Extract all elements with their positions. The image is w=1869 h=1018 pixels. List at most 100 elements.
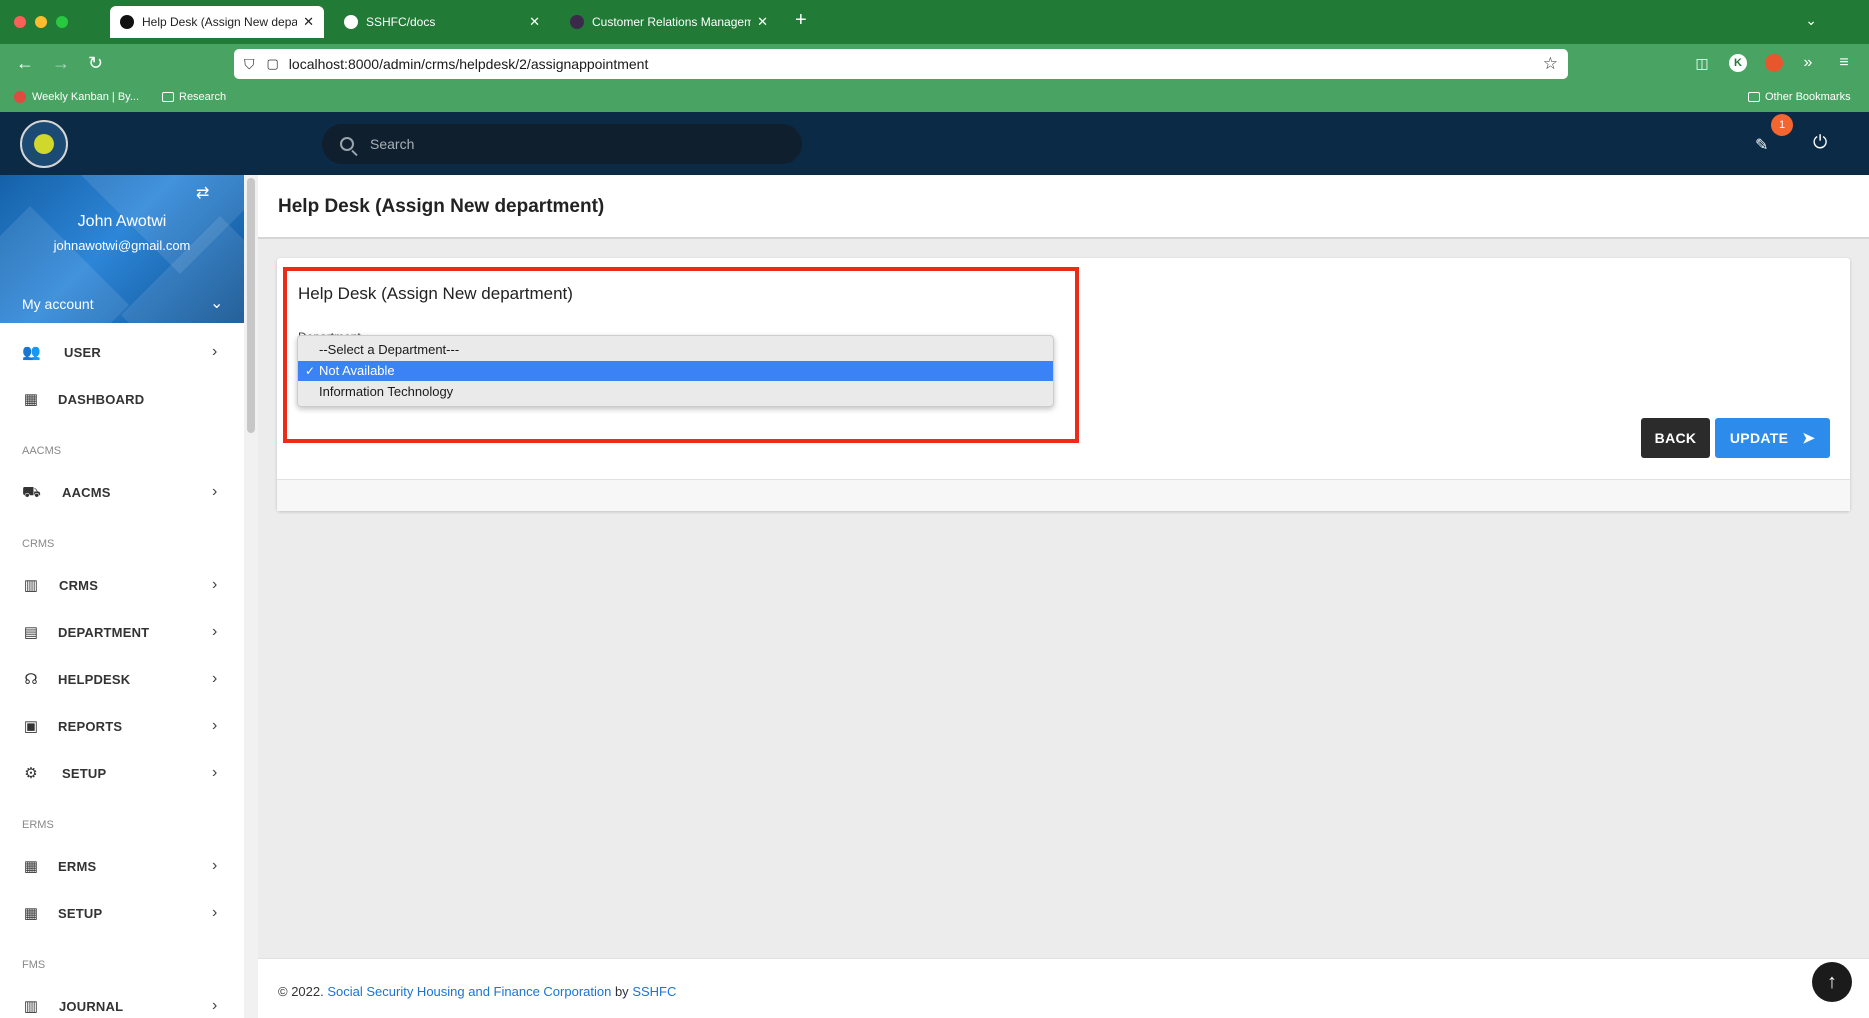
columns-icon: ▥ — [23, 577, 39, 594]
folder-icon — [1748, 92, 1760, 102]
shield-icon: ⛉ — [244, 55, 255, 72]
chevron-right-icon: › — [212, 857, 218, 874]
chevron-right-icon: › — [212, 997, 218, 1014]
building-icon: ▦ — [23, 905, 39, 922]
sidebar-item-dashboard[interactable]: ▦ DASHBOARD — [0, 377, 244, 423]
sidebar-item-label: DEPARTMENT — [58, 625, 150, 640]
forward-arrow-icon[interactable]: → — [52, 52, 70, 74]
back-button[interactable]: BACK — [1641, 418, 1710, 458]
sidebar-item-journal[interactable]: ▥ JOURNAL › — [0, 984, 244, 1018]
footer-text: © 2022. Social Security Housing and Fina… — [278, 984, 676, 999]
app-menu-icon[interactable]: ≡ — [1835, 54, 1853, 72]
brand-link[interactable]: SSHFC — [632, 984, 676, 999]
pocket-icon[interactable]: ◫ — [1693, 54, 1711, 72]
section-label-erms: ERMS — [22, 819, 54, 831]
user-name: John Awotwi — [77, 213, 167, 230]
section-label-fms: FMS — [22, 959, 46, 971]
browser-tab-docs[interactable]: SSHFC/docs ✕ — [334, 6, 550, 38]
reload-icon[interactable]: ↻ — [88, 52, 103, 74]
paper-plane-icon: ➤ — [1802, 430, 1816, 447]
sidebar-item-crms[interactable]: ▥ CRMS › — [0, 563, 244, 609]
crm-favicon-icon — [570, 15, 584, 29]
search-input[interactable]: Search — [322, 124, 802, 164]
tab-title: Customer Relations Managemen — [592, 15, 752, 29]
by-text: by — [611, 984, 633, 999]
card-footer — [277, 479, 1850, 511]
tab-close-icon[interactable]: ✕ — [303, 14, 314, 30]
department-select-dropdown[interactable]: --Select a Department--- ✓ Not Available… — [297, 335, 1054, 407]
chevron-right-icon: › — [212, 764, 218, 781]
tab-close-icon[interactable]: ✕ — [757, 14, 768, 30]
search-placeholder: Search — [370, 136, 415, 152]
car-icon: ⛟ — [22, 484, 41, 501]
my-account-label: My account — [22, 296, 94, 312]
sidebar-item-helpdesk[interactable]: ☊ HELPDESK › — [0, 657, 244, 703]
bookmark-research[interactable]: Research — [162, 91, 226, 103]
sidebar-item-label: JOURNAL — [59, 999, 124, 1014]
sidebar-item-reports[interactable]: ▣ REPORTS › — [0, 704, 244, 750]
sidebar-item-label: CRMS — [59, 578, 99, 593]
bookmark-weekly-kanban[interactable]: Weekly Kanban | By... — [14, 91, 139, 103]
page-header: Help Desk (Assign New department) — [258, 175, 1869, 239]
sidebar-item-label: DASHBOARD — [58, 392, 145, 407]
page-footer: © 2022. Social Security Housing and Fina… — [258, 958, 1869, 1018]
update-button[interactable]: UPDATE ➤ — [1715, 418, 1830, 458]
folder-icon — [162, 92, 174, 102]
gears-icon: ⚙ — [24, 765, 38, 782]
assign-department-card: Help Desk (Assign New department) Depart… — [277, 258, 1850, 511]
duckduckgo-icon[interactable] — [1765, 54, 1783, 72]
office-icon: ▤ — [23, 624, 39, 641]
scroll-to-top-button[interactable]: ↑ — [1812, 962, 1852, 1002]
window-minimize-button[interactable] — [35, 16, 47, 28]
overflow-chevrons-icon[interactable]: » — [1799, 54, 1817, 72]
dropdown-option-selected[interactable]: ✓ Not Available — [298, 361, 1053, 381]
sidebar-item-setup-erms[interactable]: ▦ SETUP › — [0, 891, 244, 937]
power-icon[interactable]: ⏻ — [1813, 132, 1827, 153]
swap-icon[interactable]: ⇄ — [196, 183, 209, 203]
building-icon: ▦ — [23, 391, 39, 408]
chevron-right-icon: › — [212, 483, 218, 500]
chevron-right-icon: › — [212, 717, 218, 734]
browser-tab-helpdesk[interactable]: Help Desk (Assign New departm ✕ — [110, 6, 324, 38]
dropdown-option[interactable]: --Select a Department--- — [298, 340, 1053, 360]
sidebar-item-aacms[interactable]: ⛟ AACMS › — [0, 470, 244, 516]
my-account-toggle[interactable]: My account ⌄ — [0, 287, 244, 323]
sidebar-item-user[interactable]: 👥 USER › — [0, 330, 244, 376]
sidebar-scroll-thumb[interactable] — [247, 178, 255, 433]
dropdown-option[interactable]: Information Technology — [298, 382, 1053, 402]
window-close-button[interactable] — [14, 16, 26, 28]
extension-k-icon[interactable]: K — [1729, 54, 1747, 72]
url-text: localhost:8000/admin/crms/helpdesk/2/ass… — [288, 56, 649, 72]
section-label-aacms: AACMS — [22, 445, 62, 457]
books-icon: ▥ — [23, 998, 39, 1015]
bookmark-other[interactable]: Other Bookmarks — [1748, 91, 1851, 103]
building-icon: ▦ — [23, 858, 39, 875]
clipboard-icon: ▣ — [23, 718, 39, 735]
bookmark-label: Weekly Kanban | By... — [32, 91, 140, 103]
back-arrow-icon[interactable]: ← — [16, 52, 34, 74]
sidebar-item-setup[interactable]: ⚙ SETUP › — [0, 751, 244, 797]
tab-list-chevron-icon[interactable]: ⌄ — [1805, 12, 1817, 29]
address-bar[interactable]: ⛉ ▢ localhost:8000/admin/crms/helpdesk/2… — [234, 49, 1568, 79]
org-link[interactable]: Social Security Housing and Finance Corp… — [327, 984, 611, 999]
github-icon — [344, 15, 358, 29]
card-title: Help Desk (Assign New department) — [298, 284, 573, 303]
tab-close-icon[interactable]: ✕ — [529, 14, 540, 30]
new-tab-button[interactable]: + — [795, 10, 807, 30]
sidebar-item-erms[interactable]: ▦ ERMS › — [0, 844, 244, 890]
browser-tab-crm[interactable]: Customer Relations Managemen ✕ — [560, 6, 778, 38]
target-icon — [14, 91, 26, 103]
notification-badge: 1 — [1771, 114, 1793, 136]
window-zoom-button[interactable] — [56, 16, 68, 28]
bookmark-star-icon[interactable]: ☆ — [1543, 54, 1558, 74]
notification-icon[interactable]: ✎ — [1755, 135, 1768, 155]
sidebar-item-department[interactable]: ▤ DEPARTMENT › — [0, 610, 244, 656]
sidebar-item-label: SETUP — [58, 906, 103, 921]
sshfc-logo[interactable] — [20, 120, 68, 168]
copyright-text: © 2022. — [278, 984, 328, 999]
page-favicon-icon — [120, 15, 134, 29]
page-info-icon: ▢ — [266, 56, 279, 71]
chevron-down-icon: ⌄ — [210, 295, 224, 312]
sidebar-item-label: HELPDESK — [58, 672, 131, 687]
option-label: Not Available — [319, 363, 395, 378]
